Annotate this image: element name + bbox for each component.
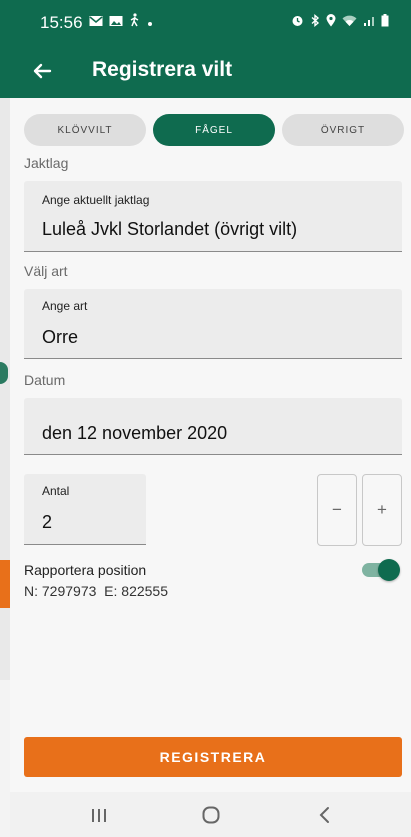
art-section-label: Välj art	[24, 263, 68, 279]
art-field[interactable]: Ange art Orre	[24, 289, 402, 359]
signal-icon	[363, 14, 375, 32]
jaktlag-section-label: Jaktlag	[24, 155, 69, 171]
tab-ovrigt[interactable]: ÖVRIGT	[282, 114, 404, 146]
background-screen-edge	[0, 0, 10, 837]
antal-field-label: Antal	[42, 484, 70, 498]
status-time: 15:56	[40, 13, 83, 32]
location-icon	[326, 14, 336, 32]
nav-back-button[interactable]	[310, 802, 340, 828]
wifi-icon	[342, 14, 357, 32]
mail-icon	[89, 14, 103, 32]
tab-klovvilt[interactable]: KLÖVVILT	[24, 114, 146, 146]
alarm-icon	[291, 14, 304, 32]
jaktlag-field-label: Ange aktuellt jaktlag	[42, 193, 150, 207]
register-button[interactable]: REGISTRERA	[24, 737, 402, 777]
antal-field[interactable]: Antal 2	[24, 474, 146, 545]
registration-screen: 15:56 Registrera vilt KLÖVVILT FÅGEL ÖVR…	[10, 0, 411, 837]
report-position-label: Rapportera position	[24, 562, 147, 578]
battery-icon	[381, 14, 389, 32]
back-icon	[310, 807, 340, 832]
bluetooth-icon	[310, 14, 320, 32]
decrement-button[interactable]: −	[317, 474, 357, 546]
datum-field-value: den 12 november 2020	[42, 423, 228, 443]
datum-section-label: Datum	[24, 372, 66, 388]
app-bar: Registrera vilt	[10, 44, 411, 98]
toggle-knob	[378, 559, 400, 581]
home-button[interactable]	[196, 802, 226, 828]
antal-field-value: 2	[42, 512, 53, 532]
jaktlag-field[interactable]: Ange aktuellt jaktlag Luleå Jvkl Storlan…	[24, 181, 402, 252]
walking-icon	[129, 13, 141, 32]
increment-button[interactable]: +	[362, 474, 402, 546]
dot-icon	[147, 14, 153, 32]
report-position-toggle[interactable]	[362, 559, 400, 581]
recent-apps-button[interactable]	[84, 802, 114, 828]
coordinates-text: N: 7297973 E: 822555	[24, 583, 169, 599]
back-button[interactable]	[28, 57, 56, 85]
recent-apps-icon	[84, 809, 114, 832]
jaktlag-field-value: Luleå Jvkl Storlandet (övrigt vilt)	[42, 219, 298, 239]
tab-fagel[interactable]: FÅGEL	[153, 114, 275, 146]
image-icon	[109, 14, 123, 32]
arrow-left-icon	[28, 63, 56, 89]
status-bar: 15:56	[10, 0, 411, 44]
art-field-label: Ange art	[42, 299, 88, 313]
home-icon	[196, 806, 226, 832]
datum-field[interactable]: den 12 november 2020	[24, 398, 402, 455]
art-field-value: Orre	[42, 327, 78, 347]
page-title: Registrera vilt	[92, 58, 233, 81]
system-nav-bar	[10, 792, 411, 837]
